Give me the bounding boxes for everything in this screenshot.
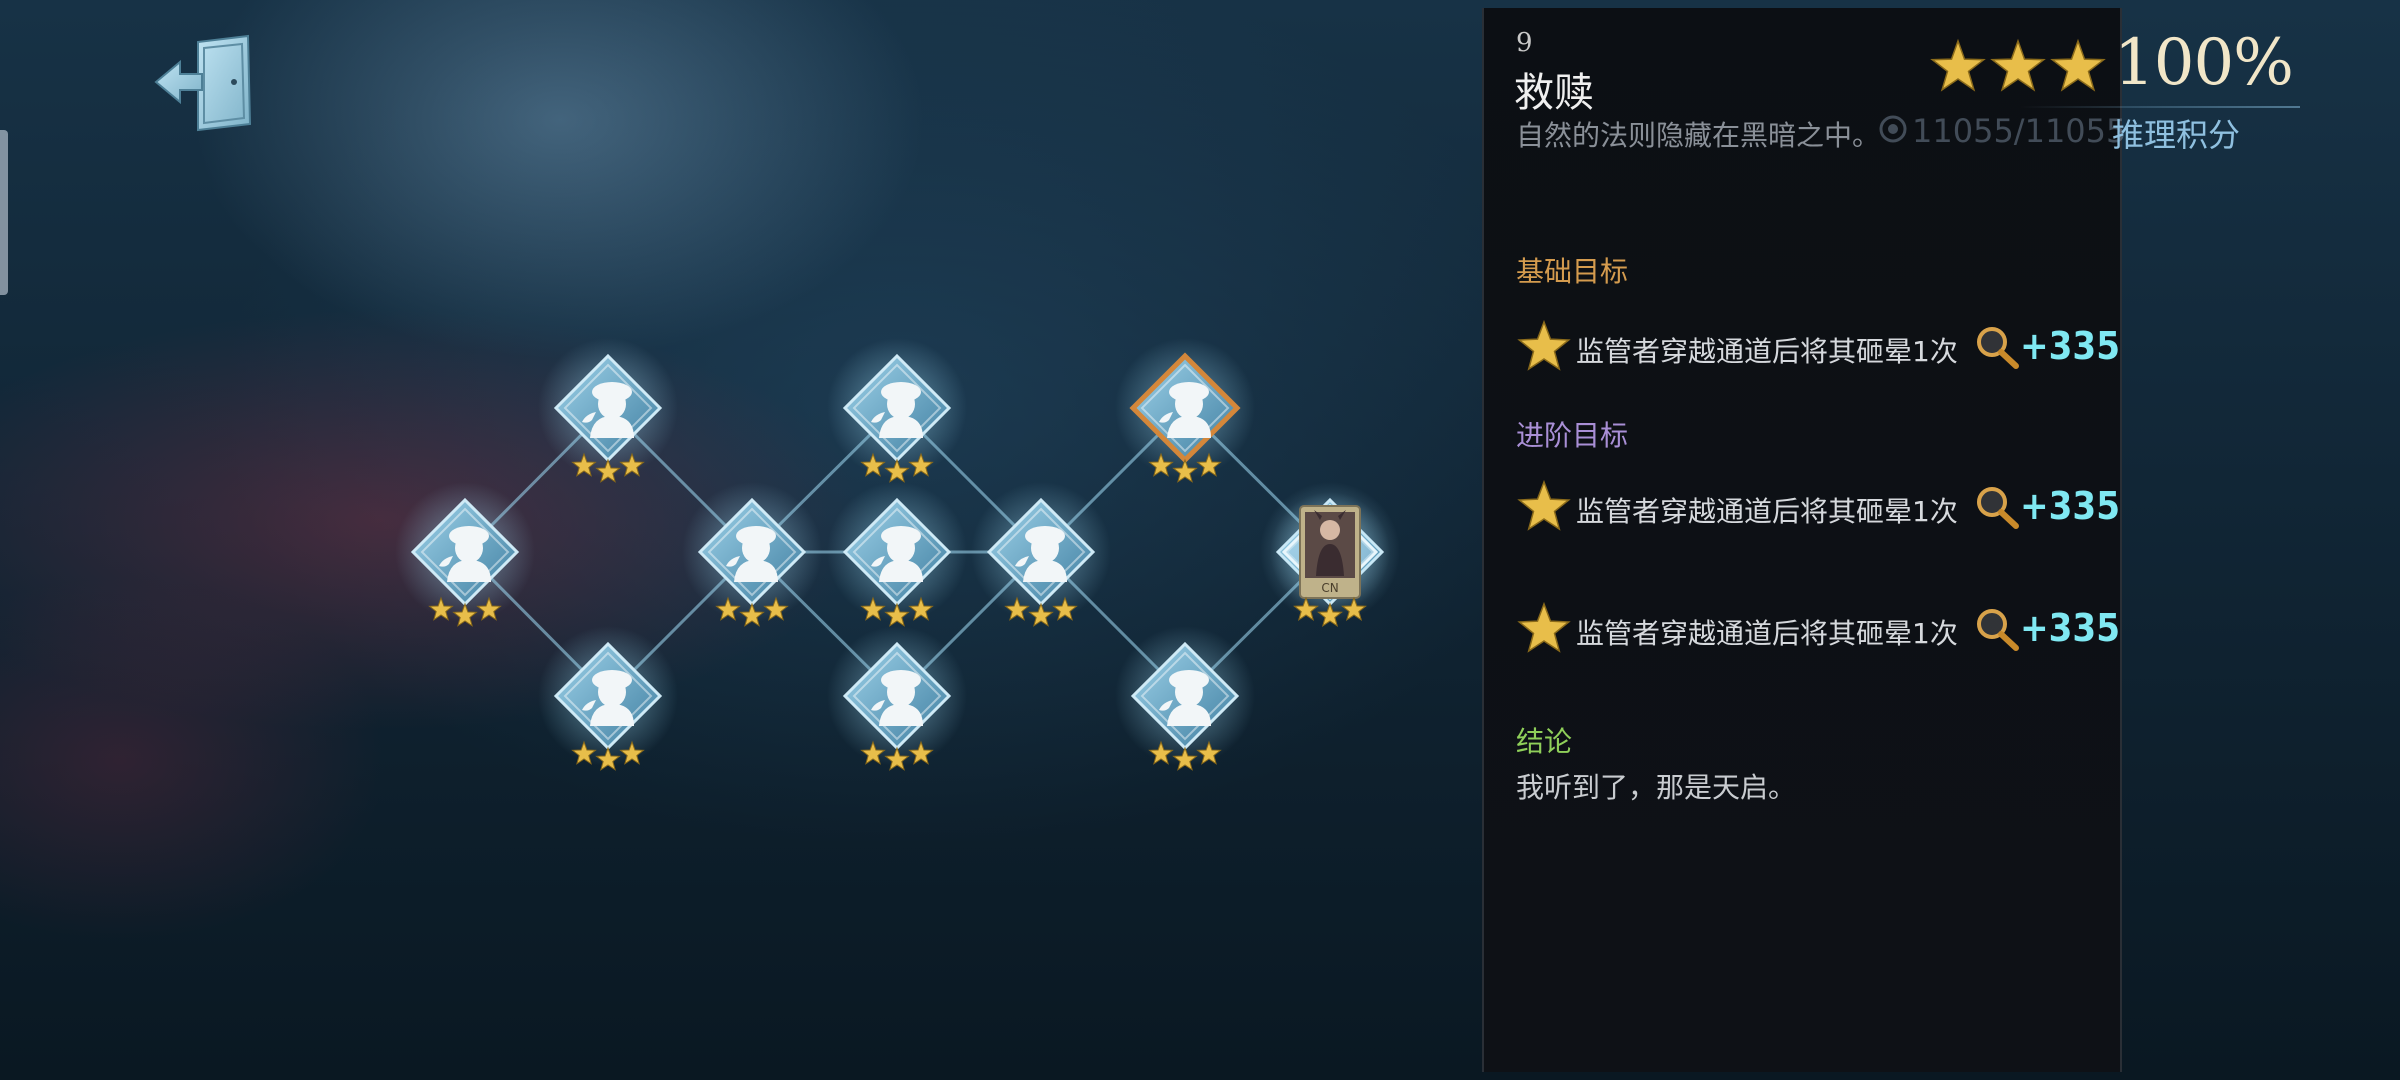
level-detail-panel bbox=[1482, 8, 2122, 1072]
goal-points: +335 bbox=[2020, 484, 2121, 528]
level-node[interactable] bbox=[827, 338, 967, 483]
goal-points: +335 bbox=[2020, 606, 2121, 650]
chapter-title: 救赎 bbox=[1514, 70, 1594, 116]
level-node[interactable] bbox=[682, 482, 822, 627]
score-value: 11055/11055 bbox=[1912, 112, 2127, 150]
completion-stars bbox=[1930, 38, 2106, 92]
star-icon bbox=[1517, 320, 1571, 371]
star-icon bbox=[1990, 38, 2046, 92]
star-icon bbox=[1930, 38, 1986, 92]
star-icon bbox=[2050, 38, 2106, 92]
game-screen: CN 9 救赎 自然的法则隐藏在黑暗之中。 100% 11055/11055 推… bbox=[0, 0, 2400, 1080]
level-node[interactable] bbox=[538, 338, 678, 483]
level-node[interactable] bbox=[827, 626, 967, 771]
goal-text: 监管者穿越通道后将其砸晕1次 bbox=[1576, 617, 1958, 650]
level-number: 9 bbox=[1516, 28, 1533, 58]
level-node[interactable] bbox=[395, 482, 535, 627]
advanced-goal-row: 监管者穿越通道后将其砸晕1次 +335 bbox=[1516, 476, 2120, 536]
basic-goals-title: 基础目标 bbox=[1516, 255, 1629, 288]
completion-percent: 100% bbox=[2114, 26, 2294, 100]
magnifier-icon bbox=[1977, 327, 2019, 369]
character-card: CN bbox=[1299, 505, 1361, 599]
goal-text: 监管者穿越通道后将其砸晕1次 bbox=[1576, 335, 1958, 368]
goal-points: +335 bbox=[2020, 324, 2121, 368]
goal-text: 监管者穿越通道后将其砸晕1次 bbox=[1576, 495, 1958, 528]
level-node[interactable] bbox=[1115, 338, 1255, 483]
score-icon bbox=[1879, 115, 1907, 143]
character-card-label: CN bbox=[1321, 581, 1338, 595]
level-tree: CN bbox=[395, 338, 1400, 771]
star-icon bbox=[1517, 480, 1571, 531]
conclusion-title: 结论 bbox=[1516, 725, 1573, 758]
conclusion-text: 我听到了，那是天启。 bbox=[1516, 771, 1797, 804]
divider bbox=[2020, 106, 2300, 108]
level-node[interactable] bbox=[1115, 626, 1255, 771]
basic-goal-row: 监管者穿越通道后将其砸晕1次 +335 bbox=[1516, 316, 2120, 376]
advanced-goals-title: 进阶目标 bbox=[1516, 419, 1629, 452]
chapter-description: 自然的法则隐藏在黑暗之中。 bbox=[1516, 119, 1881, 152]
star-icon bbox=[1517, 602, 1571, 653]
level-node[interactable] bbox=[971, 482, 1111, 627]
level-node[interactable] bbox=[538, 626, 678, 771]
score-label: 推理积分 bbox=[2112, 116, 2241, 154]
level-node[interactable] bbox=[827, 482, 967, 627]
magnifier-icon bbox=[1977, 609, 2019, 651]
advanced-goal-row: 监管者穿越通道后将其砸晕1次 +335 bbox=[1516, 598, 2120, 658]
magnifier-icon bbox=[1977, 487, 2019, 529]
